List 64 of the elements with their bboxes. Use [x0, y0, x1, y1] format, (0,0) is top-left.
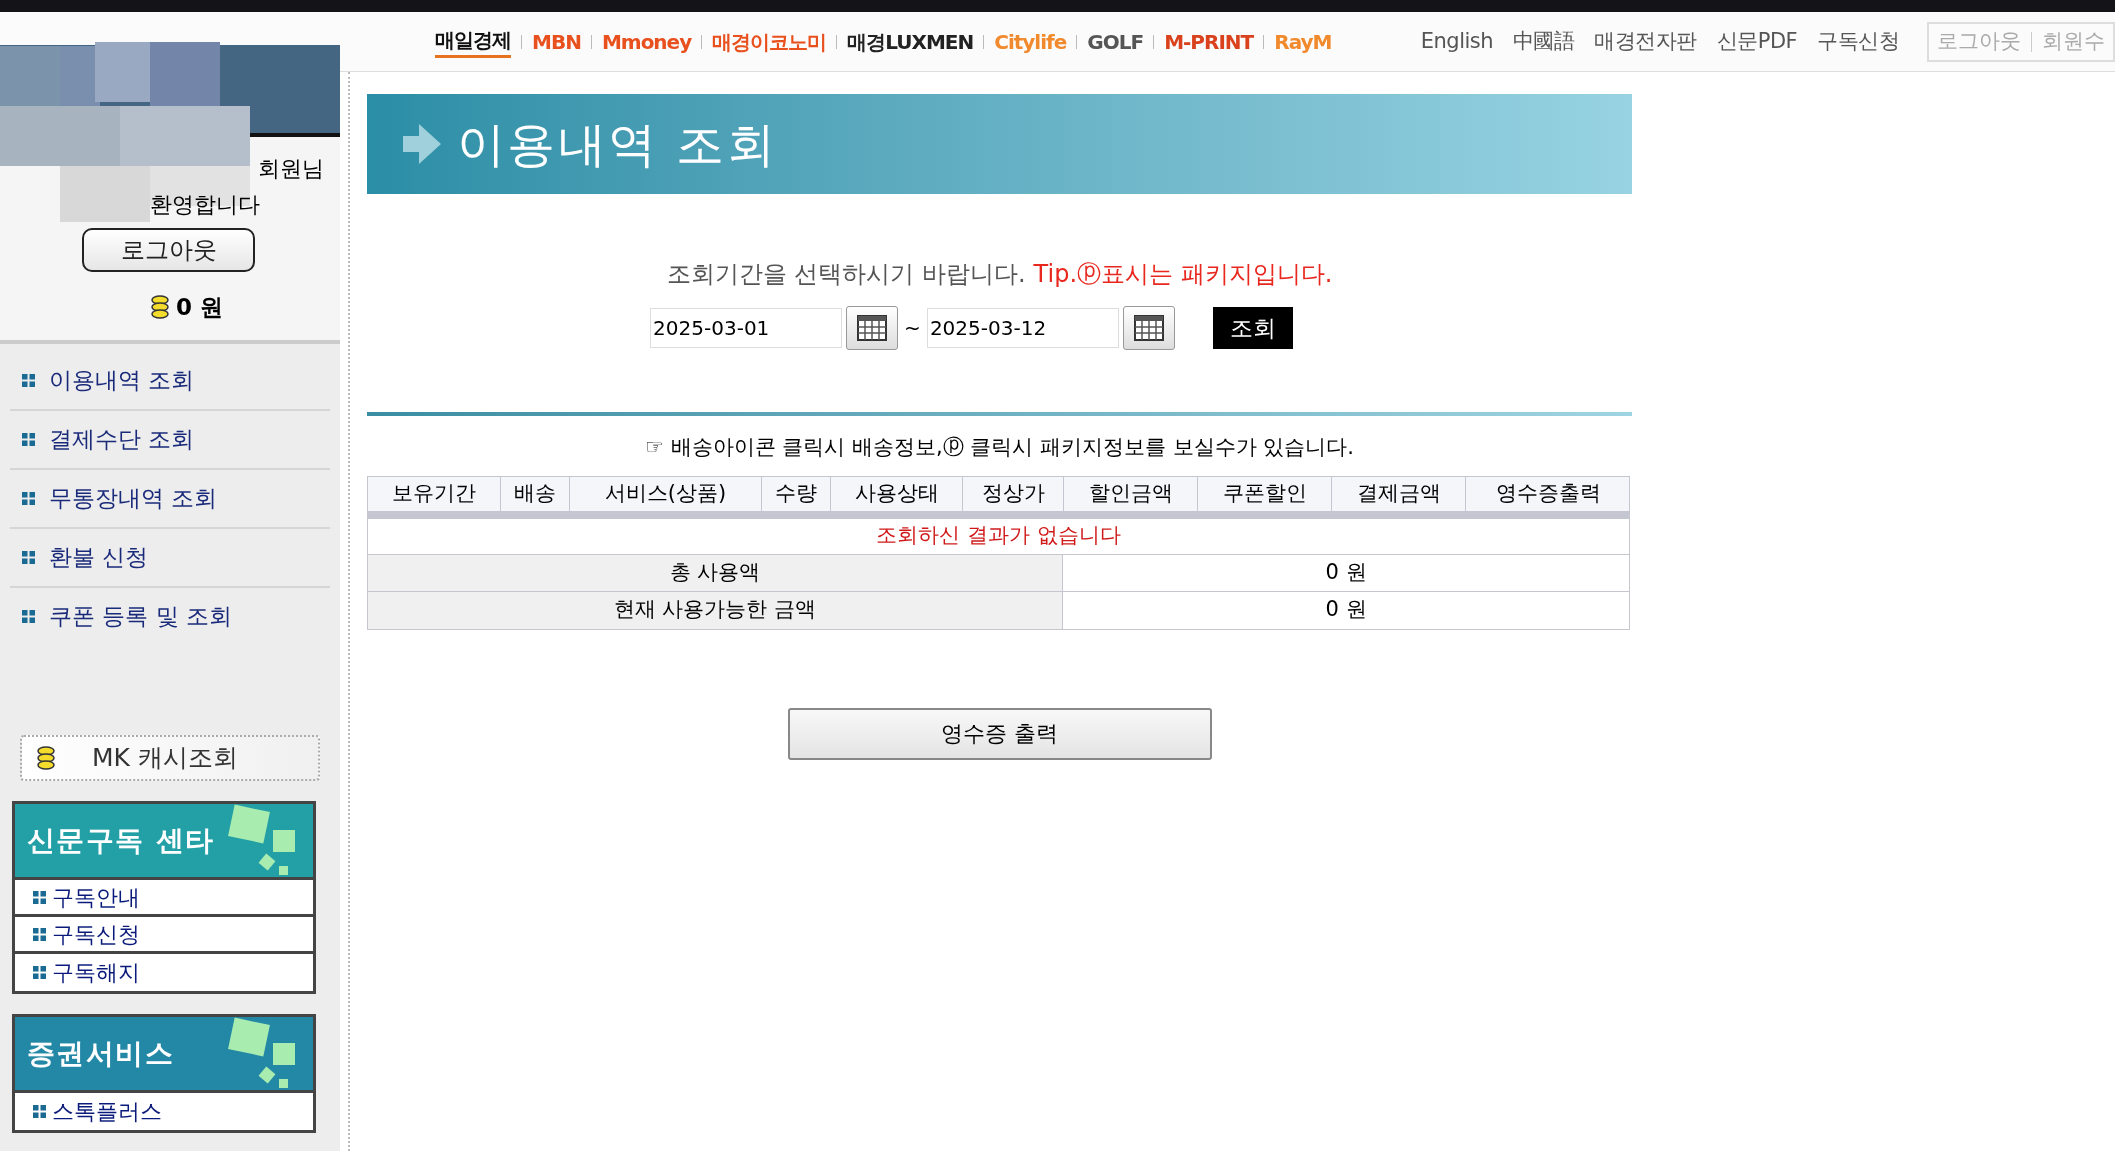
column-header: 배송 — [500, 476, 569, 511]
calendar-button[interactable] — [1122, 306, 1175, 350]
site-logo-link[interactable]: MBN — [532, 26, 581, 57]
calendar-icon — [857, 315, 888, 341]
receipt-print-button[interactable]: 영수증 출력 — [787, 707, 1212, 760]
calendar-button[interactable] — [846, 306, 899, 350]
top-nav-link[interactable]: 구독신청 — [1817, 25, 1899, 58]
top-nav-link[interactable]: English — [1420, 25, 1493, 58]
greeting-text: 회원님 — [258, 155, 324, 183]
top-nav-link[interactable]: 中國語 — [1512, 25, 1575, 58]
sidebar-menu-link[interactable]: 결제수단 조회 — [49, 422, 195, 457]
column-header: 사용상태 — [830, 476, 962, 511]
date-field[interactable]: 2025-03-01 — [650, 308, 843, 348]
bullet-icon — [22, 374, 35, 387]
prompt-text: 조회기간을 선택하시기 바랍니다. — [666, 259, 1026, 290]
column-header: 할인금액 — [1063, 476, 1197, 511]
sidebar-menu-link[interactable]: 환불 신청 — [49, 540, 149, 575]
top-nav-link[interactable]: 매경전자판 — [1594, 25, 1697, 58]
site-logo-link[interactable]: 매일경제 — [435, 25, 511, 58]
column-header: 보유기간 — [391, 479, 477, 507]
section-link[interactable]: 구독해지 — [52, 956, 140, 989]
logout-button[interactable]: 로그아웃 — [82, 228, 255, 272]
site-logo-link[interactable]: 매경이코노미 — [712, 26, 827, 57]
column-header: 서비스(상품) — [569, 476, 761, 511]
column-header: 영수증출력 — [1465, 476, 1631, 511]
site-logo-link[interactable]: M-PRINT — [1164, 26, 1254, 57]
greeting-text: 환영합니다 — [150, 191, 260, 219]
bullet-icon — [33, 1105, 46, 1118]
column-header: 쿠폰할인 — [1197, 476, 1331, 511]
tip-text: Tip.ⓟ표시는 패키지입니다. — [1033, 259, 1333, 290]
info-note: ☞ 배송아이콘 클릭시 배송정보,ⓟ 클릭시 패키지정보를 보실수가 있습니다. — [644, 434, 1355, 461]
column-header: 정상가 — [962, 476, 1063, 511]
coin-icon — [36, 745, 56, 771]
top-nav-link[interactable]: 신문PDF — [1716, 25, 1798, 58]
sidebar-menu-link[interactable]: 쿠폰 등록 및 조회 — [49, 599, 232, 634]
summary-label: 현재 사용가능한 금액 — [368, 591, 1063, 629]
section-link[interactable]: 스톡플러스 — [52, 1095, 162, 1128]
summary-label: 총 사용액 — [368, 554, 1063, 591]
site-logo-link[interactable]: GOLF — [1087, 26, 1144, 57]
section-link[interactable]: 구독안내 — [52, 880, 140, 914]
bullet-icon — [22, 551, 35, 564]
calendar-icon — [1133, 315, 1164, 341]
balance-text: 0 원 — [176, 293, 223, 322]
section-link[interactable]: 구독신청 — [52, 917, 140, 951]
bullet-icon — [22, 610, 35, 623]
bullet-icon — [22, 492, 35, 505]
range-separator: ~ — [904, 315, 921, 342]
date-field[interactable]: 2025-03-12 — [926, 308, 1119, 348]
section-title: 증권서비스 — [27, 1035, 174, 1072]
bullet-icon — [33, 927, 46, 941]
site-logo-link[interactable]: 매경LUXMEN — [847, 26, 974, 57]
search-button[interactable]: 조회 — [1212, 307, 1293, 349]
site-logo-link[interactable]: Mmoney — [601, 26, 692, 57]
bullet-icon — [22, 433, 35, 446]
page-title: 이용내역 조회 — [457, 115, 778, 174]
column-header: 수량 — [761, 476, 830, 511]
section-title: 신문구독 센타 — [27, 822, 215, 859]
bullet-icon — [33, 966, 46, 979]
sidebar-menu-link[interactable]: 이용내역 조회 — [49, 363, 195, 398]
cash-lookup-button[interactable]: MK 캐시조회 — [20, 735, 320, 781]
column-header: 결제금액 — [1331, 476, 1465, 511]
bullet-icon — [33, 890, 46, 904]
coin-icon — [150, 294, 170, 321]
sidebar-menu-link[interactable]: 무통장내역 조회 — [49, 481, 218, 516]
